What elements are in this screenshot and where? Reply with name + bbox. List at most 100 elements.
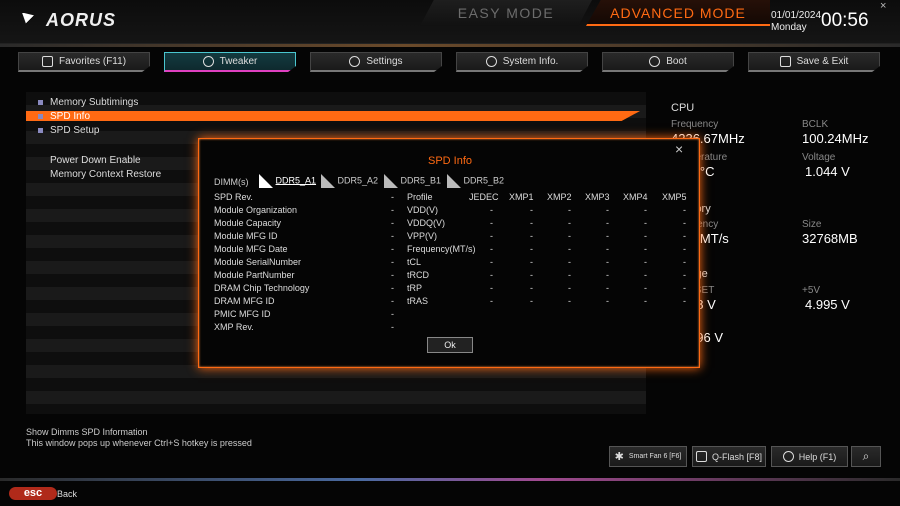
dimm-label: DIMM(s) (214, 177, 249, 187)
profile-value: - (530, 231, 533, 241)
profile-value: - (606, 257, 609, 267)
profile-row-label: tCL (407, 257, 422, 267)
spd-field-value: - (391, 192, 394, 202)
q-flash-button[interactable]: Q-Flash [F8] (692, 446, 766, 467)
back-label: Back (57, 489, 78, 499)
spd-field-label: Module MFG ID (214, 231, 278, 241)
spd-field-label: DRAM MFG ID (214, 296, 275, 306)
smart-fan-button[interactable]: ✱ Smart Fan 6 [F6] (609, 446, 687, 467)
profile-value: - (683, 205, 686, 215)
menu-label: SPD Info (50, 111, 91, 122)
profile-value: - (568, 270, 571, 280)
profile-value: - (530, 205, 533, 215)
tab-label: Settings (366, 56, 403, 67)
spd-field-value: - (391, 270, 394, 280)
dimm-tab-label: DDR5_B2 (463, 175, 505, 186)
menu-label: Memory Subtimings (50, 97, 139, 108)
logo-text: AORUS (46, 10, 117, 30)
spd-field-label: PMIC MFG ID (214, 309, 271, 319)
profile-value: - (530, 218, 533, 228)
dialog-close-icon[interactable]: × (675, 141, 683, 157)
menu-item-memory-subtimings[interactable]: Memory Subtimings (38, 97, 138, 108)
profile-value: - (644, 270, 647, 280)
search-button[interactable]: ⌕ (851, 446, 881, 467)
ok-button[interactable]: Ok (427, 337, 473, 353)
tab-boot[interactable]: Boot (602, 52, 734, 72)
profile-value: - (683, 270, 686, 280)
profile-column-header: JEDEC (469, 192, 499, 202)
menu-item-spd-setup[interactable]: SPD Setup (38, 125, 99, 136)
bclk-label: BCLK (802, 119, 829, 130)
tab-system-info[interactable]: System Info. (456, 52, 588, 72)
profile-value: - (490, 205, 493, 215)
profile-value: - (606, 218, 609, 228)
tab-label: Favorites (F11) (58, 56, 127, 67)
help-text-line1: Show Dimms SPD Information (26, 427, 148, 437)
profile-row-label: tRP (407, 283, 423, 293)
bullet-icon (38, 113, 43, 119)
memory-size-label: Size (802, 219, 822, 230)
profile-row-label: Frequency(MT/s) (407, 244, 476, 254)
profile-column-header: XMP2 (547, 192, 572, 202)
esc-label: esc (23, 487, 43, 499)
easy-mode-tab[interactable]: EASY MODE (420, 0, 592, 26)
profile-value: - (683, 218, 686, 228)
memory-size-value: 32768MB (802, 231, 858, 246)
dimm-tab-b1[interactable]: DDR5_B1 (384, 174, 441, 188)
dimm-tab-b2[interactable]: DDR5_B2 (447, 174, 504, 188)
info-icon (485, 56, 497, 67)
profile-value: - (490, 257, 493, 267)
tab-tweaker[interactable]: Tweaker (164, 52, 296, 72)
profile-value: - (683, 257, 686, 267)
spd-field-label: SPD Rev. (214, 192, 253, 202)
profile-value: - (606, 283, 609, 293)
profile-value: - (606, 231, 609, 241)
profile-value: - (644, 231, 647, 241)
eagle-icon (22, 12, 42, 29)
tab-settings[interactable]: Settings (310, 52, 442, 72)
profile-value: - (530, 296, 533, 306)
setting-power-down-enable[interactable]: Power Down Enable (50, 155, 141, 166)
spd-field-value: - (391, 296, 394, 306)
spd-field-label: Module SerialNumber (214, 257, 302, 267)
profile-value: - (606, 270, 609, 280)
tab-favorites[interactable]: Favorites (F11) (18, 52, 150, 72)
profile-value: - (683, 231, 686, 241)
profile-value: - (530, 257, 533, 267)
button-label: Q-Flash [F8] (711, 451, 762, 462)
gear-icon (349, 56, 361, 67)
spd-field-value: - (391, 244, 394, 254)
dimm-tab-a2[interactable]: DDR5_A2 (321, 174, 378, 188)
button-label: Help (F1) (798, 451, 837, 462)
profile-value: - (490, 283, 493, 293)
selected-row-highlight (26, 111, 640, 121)
bullet-icon (38, 127, 43, 133)
esc-button[interactable]: esc (9, 487, 57, 500)
menu-item-spd-info[interactable]: SPD Info (38, 111, 90, 122)
help-button[interactable]: Help (F1) (771, 446, 848, 467)
tab-label: Boot (666, 56, 687, 67)
clock-display: 00:56 (821, 10, 869, 31)
profile-value: - (490, 296, 493, 306)
dimm-tab-label: DDR5_A2 (337, 175, 379, 186)
profile-value: - (644, 205, 647, 215)
tab-label: Save & Exit (796, 56, 849, 67)
dimm-tab-a1[interactable]: DDR5_A1 (259, 174, 316, 188)
profile-value: - (568, 296, 571, 306)
profile-value: - (568, 257, 571, 267)
close-icon[interactable]: × (880, 0, 886, 12)
profile-value: - (568, 283, 571, 293)
setting-memory-context-restore[interactable]: Memory Context Restore (50, 169, 161, 180)
tab-corner-icon (321, 174, 335, 188)
date-display: 01/01/2024 (771, 10, 822, 21)
profile-header: Profile (407, 192, 433, 202)
chip-icon (695, 451, 707, 462)
dialog-title: SPD Info (427, 155, 473, 167)
power-icon (649, 56, 661, 67)
profile-value: - (490, 270, 493, 280)
advanced-mode-tab[interactable]: ADVANCED MODE (586, 0, 770, 26)
profile-value: - (606, 205, 609, 215)
tab-save-exit[interactable]: Save & Exit (748, 52, 880, 72)
spd-field-value: - (391, 309, 394, 319)
footer-divider (0, 478, 900, 481)
